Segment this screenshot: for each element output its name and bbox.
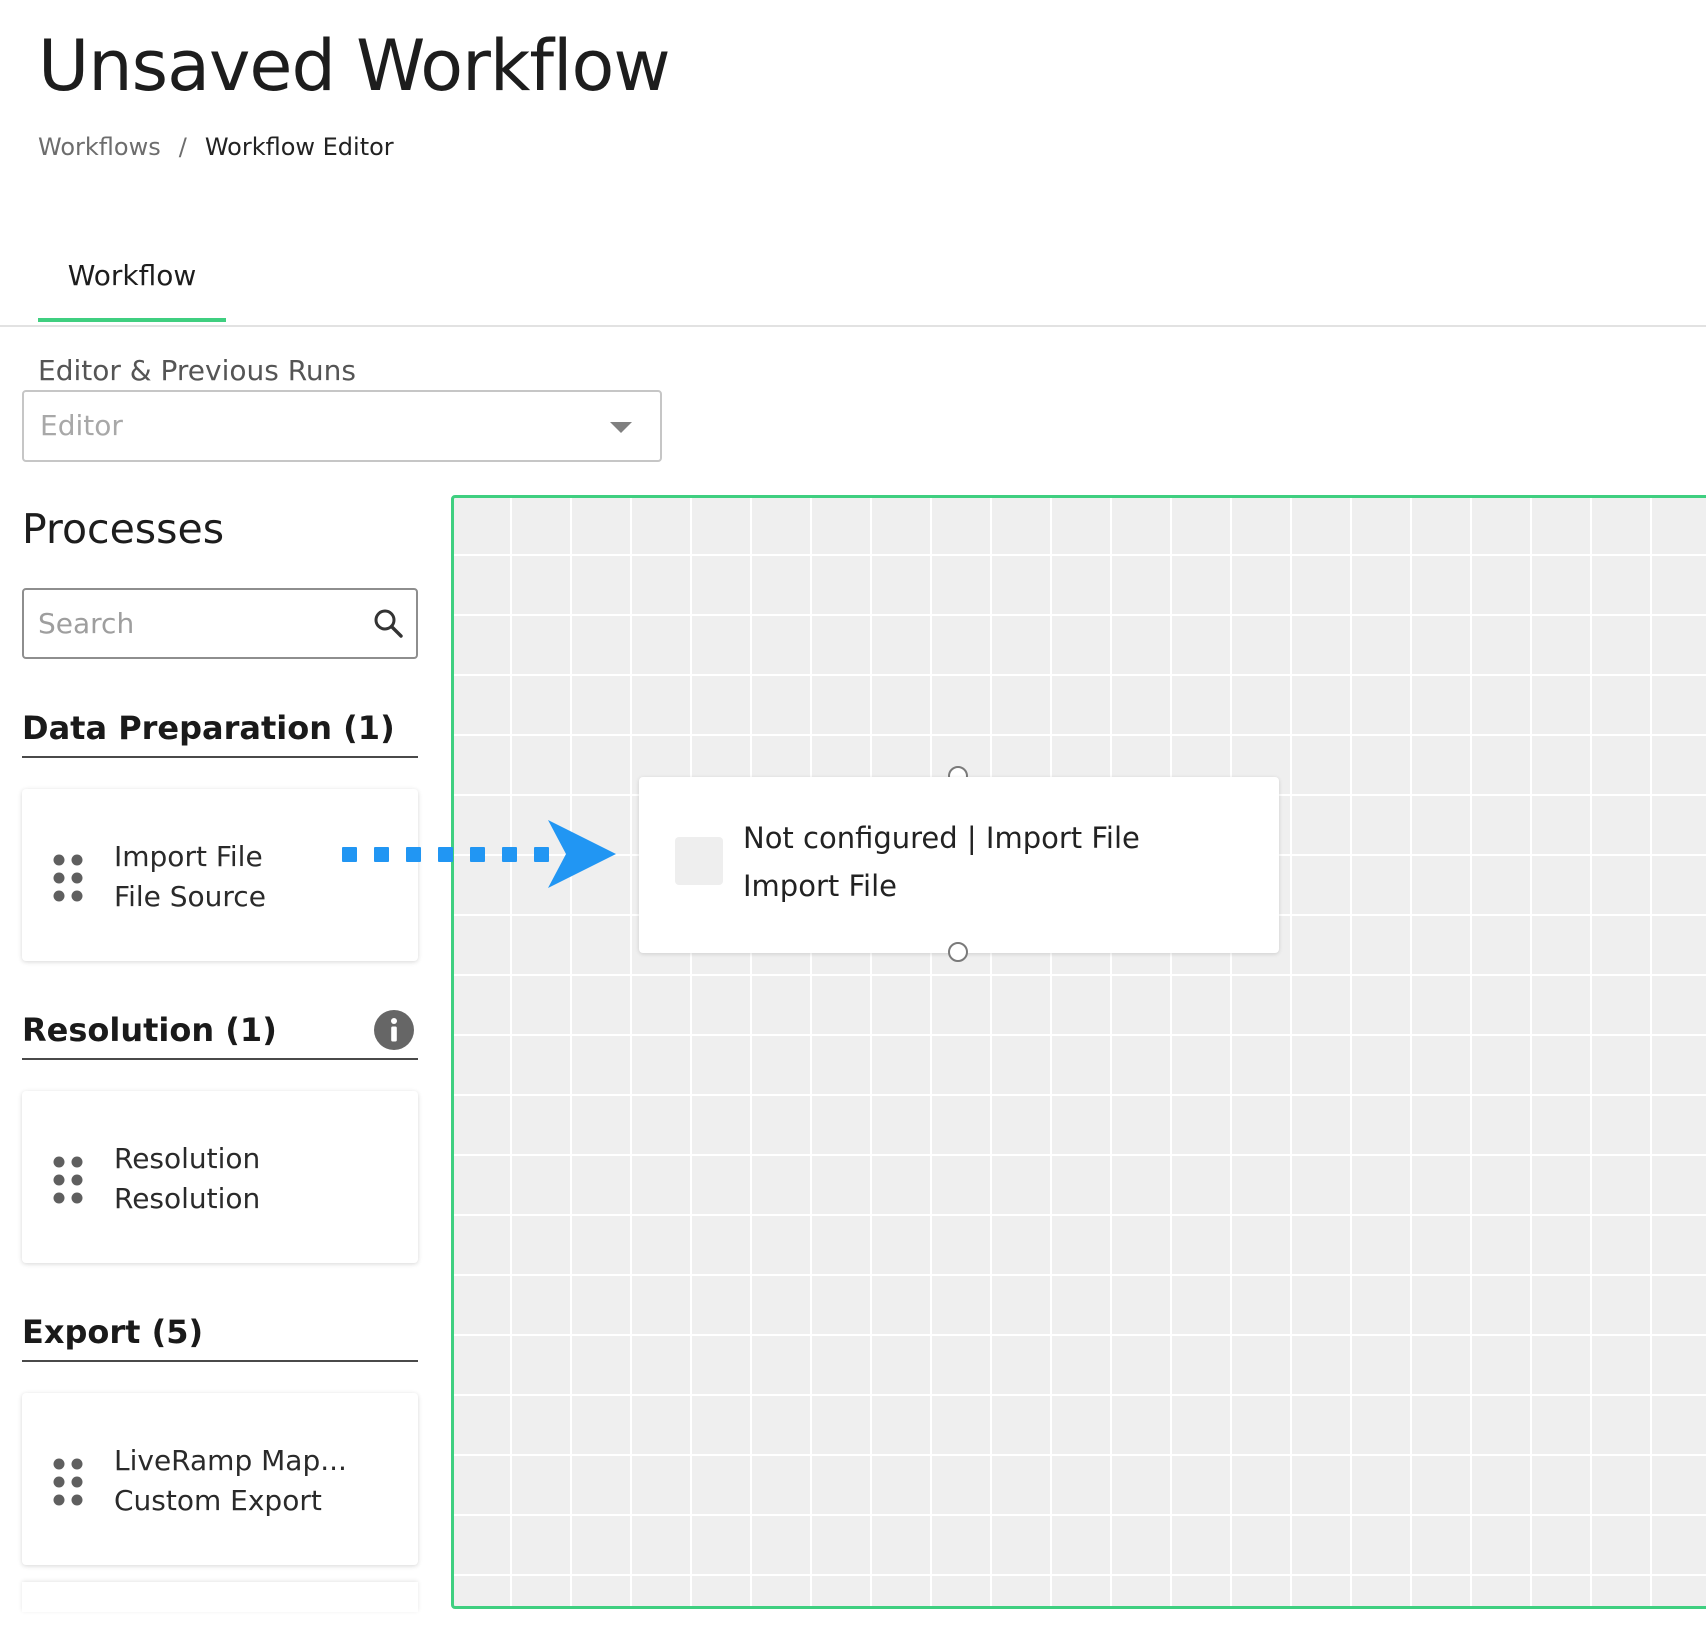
process-search — [22, 588, 418, 659]
node-thumbnail — [675, 837, 723, 885]
arrow-right-icon — [342, 820, 616, 888]
section-title: Export (5) — [22, 1313, 204, 1351]
process-name: Resolution — [114, 1142, 261, 1175]
drag-handle-icon[interactable] — [52, 1457, 84, 1507]
process-name: LiveRamp Map... — [114, 1444, 347, 1477]
drag-handle-icon[interactable] — [52, 853, 84, 903]
tab-bar: Workflow — [0, 250, 1706, 327]
processes-title: Processes — [22, 505, 225, 553]
section-title: Data Preparation (1) — [22, 709, 395, 747]
process-type: Custom Export — [114, 1484, 322, 1517]
node-output-connector[interactable] — [948, 942, 968, 962]
info-icon[interactable] — [374, 1010, 414, 1050]
node-subtitle: Import File — [743, 869, 897, 903]
process-name: Import File — [114, 840, 263, 873]
run-selector-value: Editor — [40, 409, 123, 442]
caret-down-icon — [610, 422, 632, 433]
process-card-liveramp-map[interactable]: LiveRamp Map... Custom Export — [22, 1393, 418, 1565]
page-title: Unsaved Workflow — [38, 25, 671, 107]
breadcrumb-current: Workflow Editor — [204, 133, 394, 161]
breadcrumb-separator: / — [178, 133, 187, 161]
run-selector-dropdown[interactable]: Editor — [22, 390, 662, 462]
section-data-preparation: Data Preparation (1) — [22, 706, 418, 758]
tab-workflow[interactable]: Workflow — [38, 250, 226, 322]
process-type: Resolution — [114, 1182, 261, 1215]
section-title: Resolution (1) — [22, 1011, 277, 1049]
section-resolution: Resolution (1) — [22, 1008, 418, 1060]
process-type: File Source — [114, 880, 266, 913]
section-export: Export (5) — [22, 1310, 418, 1362]
workflow-node-import-file[interactable]: Not configured | Import File Import File — [639, 777, 1279, 953]
search-icon[interactable] — [372, 607, 404, 639]
process-card-resolution[interactable]: Resolution Resolution — [22, 1091, 418, 1263]
node-title: Not configured | Import File — [743, 821, 1140, 855]
drag-handle-icon[interactable] — [52, 1155, 84, 1205]
run-selector-label: Editor & Previous Runs — [38, 354, 357, 387]
workflow-canvas[interactable] — [451, 495, 1706, 1609]
breadcrumb: Workflows / Workflow Editor — [38, 130, 394, 164]
process-card-partial[interactable] — [22, 1582, 418, 1612]
search-input[interactable] — [38, 590, 358, 657]
breadcrumb-workflows-link[interactable]: Workflows — [38, 133, 161, 161]
